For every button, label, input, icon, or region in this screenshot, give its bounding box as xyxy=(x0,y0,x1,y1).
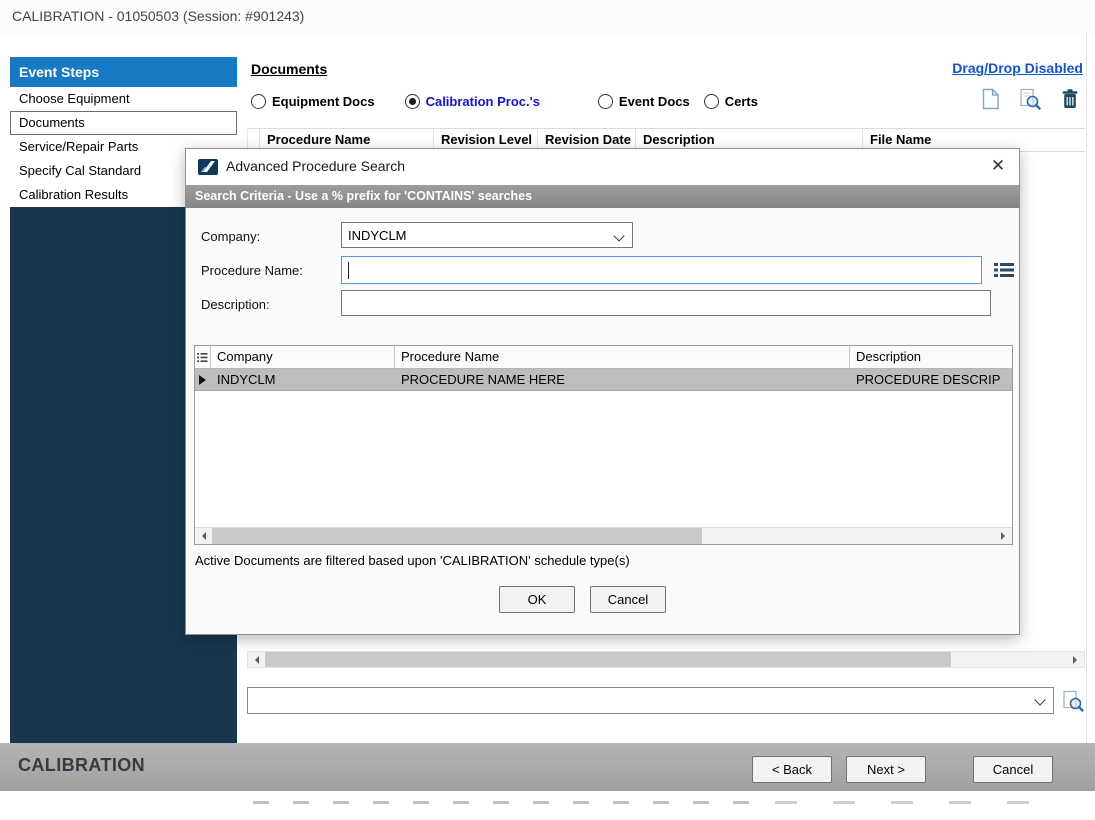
trash-icon xyxy=(1061,88,1079,110)
radio-label: Certs xyxy=(725,94,758,109)
scrollbar-track[interactable] xyxy=(265,652,1067,667)
window-right-border xyxy=(1086,34,1087,743)
description-label: Description: xyxy=(201,297,270,312)
background-artifact xyxy=(253,801,758,804)
radio-label: Calibration Proc.'s xyxy=(426,94,540,109)
grid-menu-icon xyxy=(197,352,208,363)
search-icon xyxy=(1019,88,1041,110)
radio-circle-icon xyxy=(704,94,719,109)
company-value: INDYCLM xyxy=(348,228,407,243)
documents-heading: Documents xyxy=(251,61,327,77)
dialog-titlebar: Advanced Procedure Search ✕ xyxy=(186,149,1019,185)
close-icon: ✕ xyxy=(991,156,1005,175)
search-documents-button[interactable] xyxy=(1017,86,1043,112)
chevron-down-icon[interactable] xyxy=(1034,694,1045,705)
background-artifact xyxy=(775,801,1040,804)
grid-select-all-cell[interactable] xyxy=(195,346,211,368)
radio-circle-icon xyxy=(251,94,266,109)
new-document-button[interactable] xyxy=(977,86,1003,112)
document-type-radio-group: Equipment Docs Calibration Proc.'s Event… xyxy=(251,90,758,112)
dialog-cancel-button[interactable]: Cancel xyxy=(590,586,666,613)
procedure-name-label: Procedure Name: xyxy=(201,263,303,278)
window-title: CALIBRATION - 01050503 (Session: #901243… xyxy=(12,8,304,24)
company-select[interactable]: INDYCLM xyxy=(341,222,633,248)
app-window: CALIBRATION - 01050503 (Session: #901243… xyxy=(0,0,1095,820)
grid-hscrollbar[interactable] xyxy=(195,527,1012,544)
radio-label: Event Docs xyxy=(619,94,690,109)
dialog-close-button[interactable]: ✕ xyxy=(977,149,1019,184)
sidebar-header: Event Steps xyxy=(10,57,237,87)
scroll-right-arrow[interactable] xyxy=(995,528,1012,544)
filter-note: Active Documents are filtered based upon… xyxy=(195,553,630,568)
text-caret xyxy=(348,262,349,279)
wizard-cancel-button[interactable]: Cancel xyxy=(973,756,1053,783)
results-grid-header: Company Procedure Name Description xyxy=(195,346,1012,369)
back-button[interactable]: < Back xyxy=(752,756,832,783)
sidebar-item-documents[interactable]: Documents xyxy=(10,111,237,135)
grid-empty-area xyxy=(195,391,1012,527)
scrollbar-thumb[interactable] xyxy=(212,528,702,544)
row-cell-company: INDYCLM xyxy=(211,369,395,390)
radio-equipment-docs[interactable]: Equipment Docs xyxy=(251,94,375,109)
combo-search-button[interactable] xyxy=(1060,687,1086,714)
search-icon xyxy=(1062,690,1084,712)
scrollbar-track[interactable] xyxy=(212,528,995,544)
advanced-procedure-search-dialog: Advanced Procedure Search ✕ Search Crite… xyxy=(185,148,1020,635)
delete-document-button[interactable] xyxy=(1057,86,1083,112)
description-input[interactable] xyxy=(341,290,991,316)
scroll-left-arrow[interactable] xyxy=(248,652,265,667)
grid-column-company[interactable]: Company xyxy=(211,346,395,368)
grid-column-description[interactable]: Description xyxy=(850,346,1012,368)
procedure-name-input[interactable] xyxy=(341,256,982,284)
results-grid: Company Procedure Name Description INDYC… xyxy=(194,345,1013,545)
row-cell-procedure-name: PROCEDURE NAME HERE xyxy=(395,369,850,390)
chevron-down-icon xyxy=(613,230,624,241)
documents-toolbar xyxy=(977,86,1083,112)
app-logo-icon xyxy=(197,156,219,178)
company-label: Company: xyxy=(201,229,260,244)
footer-bar: CALIBRATION xyxy=(0,743,1095,791)
procedure-list-button[interactable] xyxy=(992,260,1016,280)
scroll-left-arrow[interactable] xyxy=(195,528,212,544)
scroll-right-arrow[interactable] xyxy=(1067,652,1084,667)
scrollbar-thumb[interactable] xyxy=(265,652,951,667)
drag-drop-link[interactable]: Drag/Drop Disabled xyxy=(952,60,1083,76)
radio-circle-icon xyxy=(598,94,613,109)
sidebar-item-choose-equipment[interactable]: Choose Equipment xyxy=(10,87,237,111)
table-row[interactable]: INDYCLM PROCEDURE NAME HERE PROCEDURE DE… xyxy=(195,369,1012,391)
grid-column-procedure-name[interactable]: Procedure Name xyxy=(395,346,850,368)
new-document-icon xyxy=(981,88,1000,110)
radio-calibration-procs[interactable]: Calibration Proc.'s xyxy=(405,94,540,109)
radio-circle-icon xyxy=(405,94,420,109)
list-icon xyxy=(993,261,1015,279)
ok-button[interactable]: OK xyxy=(499,586,575,613)
radio-label: Equipment Docs xyxy=(272,94,375,109)
next-button[interactable]: Next > xyxy=(846,756,926,783)
documents-hscrollbar[interactable] xyxy=(247,651,1085,668)
document-combo-input[interactable] xyxy=(247,687,1054,714)
radio-event-docs[interactable]: Event Docs xyxy=(598,94,690,109)
criteria-header: Search Criteria - Use a % prefix for 'CO… xyxy=(186,185,1019,208)
dialog-title: Advanced Procedure Search xyxy=(226,158,405,174)
row-indicator-icon xyxy=(195,369,211,390)
radio-certs[interactable]: Certs xyxy=(704,94,758,109)
window-titlebar: CALIBRATION - 01050503 (Session: #901243… xyxy=(0,0,1095,34)
footer-title: CALIBRATION xyxy=(18,755,145,776)
row-cell-description: PROCEDURE DESCRIP xyxy=(850,369,1012,390)
